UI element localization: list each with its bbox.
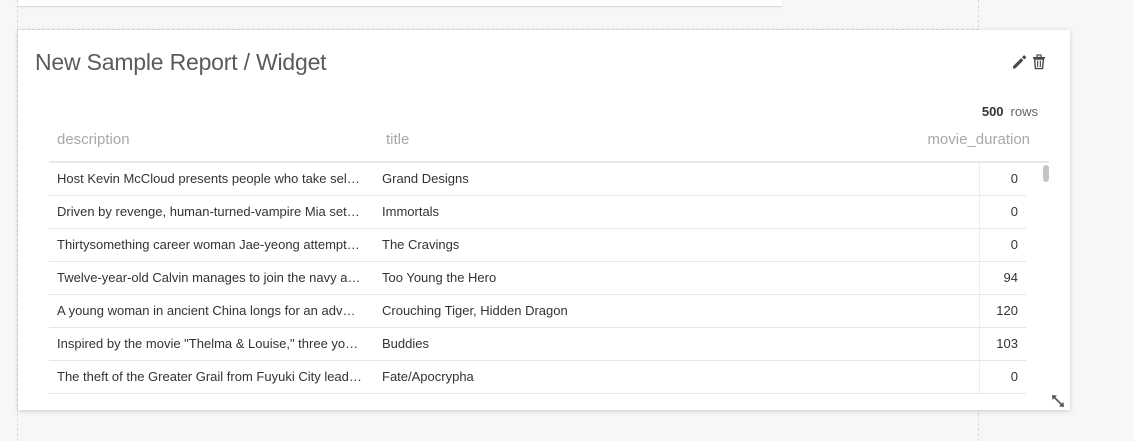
report-widget: New Sample Report / Widget 500 rows descr… bbox=[18, 30, 1070, 410]
cell-title: Too Young the Hero bbox=[382, 270, 497, 285]
cell-title: Immortals bbox=[382, 204, 440, 219]
cell-movie-duration: 120 bbox=[996, 303, 1018, 318]
table-row[interactable]: A young woman in ancient China longs for… bbox=[49, 295, 1026, 328]
cell-title: Crouching Tiger, Hidden Dragon bbox=[382, 303, 568, 318]
table-scrollbar[interactable] bbox=[1040, 163, 1052, 395]
cell-description: Inspired by the movie "Thelma & Louise,"… bbox=[57, 336, 359, 351]
cell-description: Thirtysomething career woman Jae-yeong a… bbox=[57, 237, 360, 252]
widget-title: New Sample Report / Widget bbox=[35, 49, 327, 75]
cell-description: A young woman in ancient China longs for… bbox=[57, 303, 356, 318]
table-body: Host Kevin McCloud presents people who t… bbox=[49, 163, 1026, 395]
trash-icon bbox=[1033, 54, 1045, 70]
row-count-label: rows bbox=[1010, 104, 1038, 119]
cell-title: Grand Designs bbox=[382, 171, 469, 186]
cell-description: The theft of the Greater Grail from Fuyu… bbox=[57, 369, 362, 384]
cell-movie-duration: 0 bbox=[1010, 237, 1018, 252]
table-row[interactable]: Inspired by the movie "Thelma & Louise,"… bbox=[49, 328, 1026, 361]
cell-description: Twelve-year-old Calvin manages to join t… bbox=[57, 270, 361, 285]
column-header-movie-duration[interactable]: movie_duration bbox=[927, 131, 1030, 148]
column-header-description[interactable]: description bbox=[57, 131, 130, 148]
table-row[interactable]: Host Kevin McCloud presents people who t… bbox=[49, 163, 1026, 196]
resize-handle[interactable] bbox=[1050, 393, 1066, 409]
cell-movie-duration: 0 bbox=[1010, 204, 1018, 219]
cell-title: Fate/Apocrypha bbox=[382, 369, 474, 384]
table-row[interactable]: Thirtysomething career woman Jae-yeong a… bbox=[49, 229, 1026, 262]
delete-button[interactable] bbox=[1032, 54, 1050, 72]
cell-description: Driven by revenge, human-turned-vampire … bbox=[57, 204, 360, 219]
cell-movie-duration: 103 bbox=[996, 336, 1018, 351]
row-count: 500 rows bbox=[982, 104, 1038, 119]
cell-movie-duration: 0 bbox=[1010, 369, 1018, 384]
cell-title: Buddies bbox=[382, 336, 429, 351]
previous-widget-card bbox=[17, 0, 782, 7]
pencil-icon bbox=[1013, 55, 1027, 69]
cell-title: The Cravings bbox=[382, 237, 460, 252]
cell-movie-duration: 0 bbox=[1010, 171, 1018, 186]
table-row[interactable]: Driven by revenge, human-turned-vampire … bbox=[49, 196, 1026, 229]
row-count-value: 500 bbox=[981, 104, 1004, 119]
scrollbar-thumb[interactable] bbox=[1043, 165, 1049, 182]
resize-arrows-icon bbox=[1052, 395, 1064, 407]
edit-button[interactable] bbox=[1011, 54, 1029, 72]
cell-movie-duration: 94 bbox=[1003, 270, 1018, 285]
table-row[interactable]: Twelve-year-old Calvin manages to join t… bbox=[49, 262, 1026, 295]
cell-description: Host Kevin McCloud presents people who t… bbox=[57, 171, 360, 186]
column-header-title[interactable]: title bbox=[386, 131, 409, 148]
table-row[interactable]: The theft of the Greater Grail from Fuyu… bbox=[49, 361, 1026, 394]
